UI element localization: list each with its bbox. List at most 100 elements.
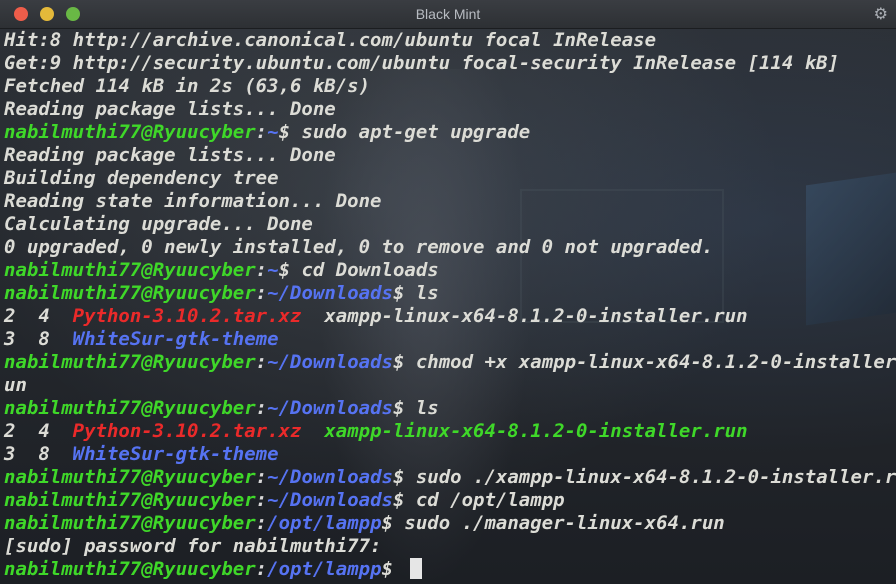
command-text: ls: [404, 282, 439, 304]
prompt-symbol: $: [381, 512, 393, 534]
terminal-output[interactable]: Hit:8 http://archive.canonical.com/ubunt…: [4, 29, 896, 581]
terminal-line: [sudo] password for nabilmuthi77:: [4, 535, 896, 558]
prompt-user: nabilmuthi77@Ryuucyber: [4, 121, 256, 143]
prompt-symbol: $: [392, 282, 405, 304]
text-cursor: [410, 558, 423, 579]
window-title: Black Mint: [415, 6, 481, 22]
ls-numbers: 3 8: [4, 328, 73, 350]
output-text: [sudo] password for nabilmuthi77:: [4, 535, 382, 557]
terminal-line: 3 8 WhiteSur-gtk-theme: [4, 328, 896, 351]
title-bar[interactable]: Black Mint ⚙: [0, 0, 896, 29]
prompt-user: nabilmuthi77@Ryuucyber: [4, 351, 256, 373]
terminal-line: nabilmuthi77@Ryuucyber:~/Downloads$ cd /…: [4, 489, 896, 512]
ls-numbers: 3 8: [4, 443, 73, 465]
ls-separator: [301, 420, 324, 442]
output-text: Calculating upgrade... Done: [4, 213, 313, 235]
prompt-symbol: :: [255, 121, 268, 143]
output-text: Fetched 114 kB in 2s (63,6 kB/s): [4, 75, 371, 97]
command-text: ls: [404, 397, 439, 419]
prompt-symbol: $: [278, 259, 291, 281]
prompt-symbol: :: [255, 466, 268, 488]
prompt-path: /opt/lampp: [267, 512, 382, 534]
prompt-path: ~: [267, 121, 279, 143]
prompt-user: nabilmuthi77@Ryuucyber: [4, 282, 256, 304]
maximize-button[interactable]: [66, 7, 80, 21]
output-text: Hit:8 http://archive.canonical.com/ubunt…: [4, 29, 657, 51]
command-text: sudo ./xampp-linux-x64-8.1.2-0-installer…: [404, 466, 896, 488]
prompt-symbol: $: [381, 558, 393, 580]
command-text: [393, 558, 404, 580]
archive-file: Python-3.10.2.tar.xz: [72, 305, 302, 327]
minimize-button[interactable]: [40, 7, 54, 21]
prompt-symbol: $: [392, 351, 405, 373]
terminal-line: Get:9 http://security.ubuntu.com/ubuntu …: [4, 52, 896, 75]
prompt-symbol: :: [255, 259, 268, 281]
ls-numbers: 2 4: [4, 305, 73, 327]
command-text: sudo apt-get upgrade: [290, 121, 531, 143]
terminal-line: nabilmuthi77@Ryuucyber:~/Downloads$ ls: [4, 282, 896, 305]
terminal-line: Reading package lists... Done: [4, 144, 896, 167]
prompt-symbol: :: [255, 282, 268, 304]
terminal-line: Calculating upgrade... Done: [4, 213, 896, 236]
command-text: chmod +x xampp-linux-x64-8.1.2-0-install…: [404, 351, 896, 373]
prompt-symbol: :: [255, 397, 268, 419]
terminal-line: nabilmuthi77@Ryuucyber:/opt/lampp$: [4, 558, 896, 581]
prompt-symbol: $: [392, 489, 405, 511]
prompt-user: nabilmuthi77@Ryuucyber: [4, 512, 256, 534]
output-text: Reading state information... Done: [4, 190, 382, 212]
terminal-line: Hit:8 http://archive.canonical.com/ubunt…: [4, 29, 896, 52]
archive-file: Python-3.10.2.tar.xz: [72, 420, 302, 442]
prompt-symbol: $: [278, 121, 291, 143]
close-button[interactable]: [14, 7, 28, 21]
prompt-symbol: $: [392, 397, 405, 419]
output-text: Get:9 http://security.ubuntu.com/ubuntu …: [4, 52, 840, 74]
prompt-symbol: :: [255, 558, 268, 580]
terminal-line: Reading state information... Done: [4, 190, 896, 213]
prompt-user: nabilmuthi77@Ryuucyber: [4, 466, 256, 488]
prompt-symbol: :: [255, 351, 268, 373]
prompt-path: ~/Downloads: [267, 466, 393, 488]
command-text: cd Downloads: [290, 259, 439, 281]
prompt-user: nabilmuthi77@Ryuucyber: [4, 558, 256, 580]
prompt-symbol: $: [392, 466, 405, 488]
prompt-user: nabilmuthi77@Ryuucyber: [4, 397, 256, 419]
terminal-window: Black Mint ⚙ Hit:8 http://archive.canoni…: [0, 0, 896, 584]
terminal-line: nabilmuthi77@Ryuucyber:~$ cd Downloads: [4, 259, 896, 282]
command-text: sudo ./manager-linux-x64.run: [392, 512, 725, 534]
prompt-path: ~/Downloads: [267, 282, 393, 304]
output-text: un: [4, 374, 27, 396]
ls-numbers: 2 4: [4, 420, 73, 442]
terminal-line: Building dependency tree: [4, 167, 896, 190]
prompt-path: /opt/lampp: [267, 558, 382, 580]
output-text: Building dependency tree: [4, 167, 279, 189]
directory-entry: WhiteSur-gtk-theme: [72, 443, 279, 465]
terminal-line: nabilmuthi77@Ryuucyber:~/Downloads$ chmo…: [4, 351, 896, 374]
prompt-symbol: :: [255, 489, 268, 511]
prompt-path: ~/Downloads: [267, 397, 393, 419]
ls-separator: [301, 305, 324, 327]
terminal-line: nabilmuthi77@Ryuucyber:~$ sudo apt-get u…: [4, 121, 896, 144]
terminal-line: nabilmuthi77@Ryuucyber:~/Downloads$ sudo…: [4, 466, 896, 489]
terminal-line: Fetched 114 kB in 2s (63,6 kB/s): [4, 75, 896, 98]
prompt-user: nabilmuthi77@Ryuucyber: [4, 489, 256, 511]
installer-file: xampp-linux-x64-8.1.2-0-installer.run: [324, 305, 748, 327]
command-text: cd /opt/lampp: [404, 489, 565, 511]
output-text: Reading package lists... Done: [4, 144, 336, 166]
terminal-line: 2 4 Python-3.10.2.tar.xz xampp-linux-x64…: [4, 420, 896, 443]
terminal-line: 2 4 Python-3.10.2.tar.xz xampp-linux-x64…: [4, 305, 896, 328]
terminal-line: 3 8 WhiteSur-gtk-theme: [4, 443, 896, 466]
directory-entry: WhiteSur-gtk-theme: [72, 328, 279, 350]
output-text: 0 upgraded, 0 newly installed, 0 to remo…: [4, 236, 714, 258]
installer-file: xampp-linux-x64-8.1.2-0-installer.run: [324, 420, 748, 442]
prompt-user: nabilmuthi77@Ryuucyber: [4, 259, 256, 281]
prompt-path: ~/Downloads: [267, 489, 393, 511]
prompt-symbol: :: [255, 512, 268, 534]
terminal-line: nabilmuthi77@Ryuucyber:/opt/lampp$ sudo …: [4, 512, 896, 535]
prompt-path: ~: [267, 259, 279, 281]
terminal-line: 0 upgraded, 0 newly installed, 0 to remo…: [4, 236, 896, 259]
gear-icon[interactable]: ⚙: [874, 4, 888, 23]
terminal-line: nabilmuthi77@Ryuucyber:~/Downloads$ ls: [4, 397, 896, 420]
output-text: Reading package lists... Done: [4, 98, 336, 120]
terminal-line: Reading package lists... Done: [4, 98, 896, 121]
terminal-line: un: [4, 374, 896, 397]
